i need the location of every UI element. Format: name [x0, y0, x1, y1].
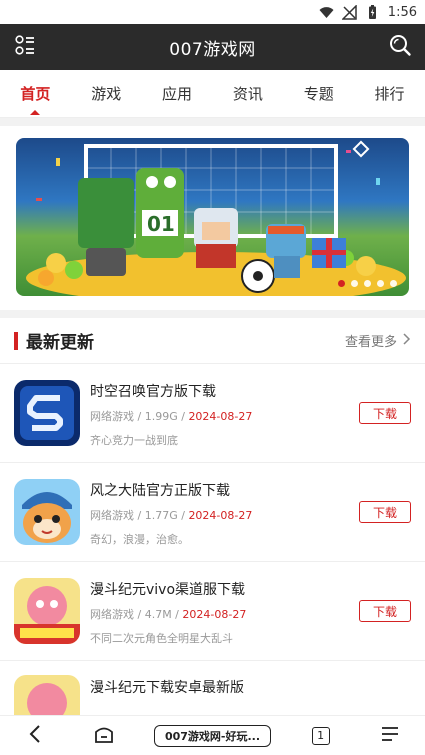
app-title[interactable]: 漫斗纪元下载安卓最新版	[90, 677, 411, 697]
chevron-left-icon	[28, 724, 42, 748]
app-title[interactable]: 时空召唤官方版下载	[90, 381, 359, 401]
carousel-dot-4[interactable]	[377, 280, 384, 287]
banner-carousel[interactable]: 01	[16, 138, 409, 296]
carousel-dot-1[interactable]	[338, 280, 345, 287]
see-more-text: 查看更多	[344, 335, 397, 350]
app-title[interactable]: 风之大陆官方正版下载	[90, 480, 359, 500]
app-info: 漫斗纪元下载安卓最新版	[90, 675, 411, 704]
app-description: 不同二次元角色全明星大乱斗	[90, 631, 233, 645]
tab-home[interactable]: 首页	[0, 73, 70, 114]
see-more-link[interactable]: 查看更多	[345, 331, 411, 350]
svg-text:01: 01	[147, 212, 175, 236]
app-icon-mandou	[14, 578, 80, 644]
app-date: 2024-08-27	[188, 409, 253, 423]
app-description: 齐心竞力一战到底	[90, 433, 178, 447]
tab-count: 1	[311, 726, 330, 745]
tab-ranking[interactable]: 排行	[355, 73, 425, 114]
app-size: 4.7M	[144, 607, 172, 621]
home-icon	[93, 724, 115, 748]
tab-apps[interactable]: 应用	[142, 73, 212, 114]
download-button[interactable]: 下载	[359, 501, 411, 523]
divider	[0, 310, 425, 318]
app-category: 网络游戏	[90, 409, 134, 423]
app-header: 007游戏网	[0, 24, 425, 70]
download-button[interactable]: 下载	[359, 600, 411, 622]
latest-updates-header: 最新更新 查看更多	[0, 318, 425, 364]
category-tabs: 首页 游戏 应用 资讯 专题 排行	[0, 70, 425, 118]
banner-container: 01	[0, 126, 425, 310]
app-category: 网络游戏	[90, 508, 134, 522]
grid-menu-icon	[14, 34, 36, 60]
app-info: 时空召唤官方版下载 网络游戏 / 1.99G / 2024-08-27 齐心竞力…	[90, 379, 359, 448]
search-icon	[388, 33, 412, 61]
app-meta: 网络游戏 / 1.77G / 2024-08-27	[90, 508, 253, 522]
app-category: 网络游戏	[90, 607, 134, 621]
app-date: 2024-08-27	[182, 607, 247, 621]
carousel-dot-3[interactable]	[364, 280, 371, 287]
divider	[0, 118, 425, 126]
app-meta: 网络游戏 / 4.7M / 2024-08-27	[90, 607, 247, 621]
back-button[interactable]	[15, 720, 55, 752]
chevron-right-icon	[401, 332, 411, 349]
home-button[interactable]	[84, 720, 124, 752]
app-size: 1.99G	[144, 409, 178, 423]
app-info: 漫斗纪元vivo渠道服下载 网络游戏 / 4.7M / 2024-08-27 不…	[90, 577, 359, 646]
tab-topics[interactable]: 专题	[284, 73, 354, 114]
status-bar: 1:56	[0, 0, 425, 24]
download-button[interactable]: 下载	[359, 402, 411, 424]
app-list: 时空召唤官方版下载 网络游戏 / 1.99G / 2024-08-27 齐心竞力…	[0, 364, 425, 755]
browser-bottom-nav: 007游戏网-好玩... 1	[0, 715, 425, 755]
menu-grid-button[interactable]	[12, 34, 38, 60]
tab-news[interactable]: 资讯	[213, 73, 283, 114]
wifi-icon	[319, 5, 334, 20]
section-title: 最新更新	[14, 328, 94, 353]
title-accent-bar	[14, 331, 18, 350]
search-button[interactable]	[387, 34, 413, 60]
app-info: 风之大陆官方正版下载 网络游戏 / 1.77G / 2024-08-27 奇幻，…	[90, 478, 359, 547]
app-title[interactable]: 漫斗纪元vivo渠道服下载	[90, 579, 359, 599]
list-item[interactable]: 风之大陆官方正版下载 网络游戏 / 1.77G / 2024-08-27 奇幻，…	[0, 463, 425, 562]
banner-artwork: 01	[26, 140, 406, 296]
site-title: 007游戏网	[169, 39, 256, 60]
carousel-dot-5[interactable]	[390, 280, 397, 287]
list-item[interactable]: 漫斗纪元vivo渠道服下载 网络游戏 / 4.7M / 2024-08-27 不…	[0, 562, 425, 661]
status-time: 1:56	[387, 4, 417, 20]
hamburger-menu-icon	[380, 725, 400, 747]
app-icon-shikong	[14, 380, 80, 446]
app-meta: 网络游戏 / 1.99G / 2024-08-27	[90, 409, 253, 423]
page: 1:56 007游戏网 首页 游戏 应用 资讯 专题 排行 01 最新更新 查看…	[0, 0, 425, 755]
address-bar[interactable]: 007游戏网-好玩...	[153, 724, 272, 747]
app-date: 2024-08-27	[188, 508, 253, 522]
tabs-button[interactable]: 1	[301, 720, 341, 752]
app-size: 1.77G	[144, 508, 178, 522]
battery-charging-icon	[365, 4, 380, 20]
menu-button[interactable]	[370, 720, 410, 752]
app-icon-fengzhi	[14, 479, 80, 545]
tab-games[interactable]: 游戏	[71, 73, 141, 114]
section-title-text: 最新更新	[26, 333, 94, 353]
app-description: 奇幻，浪漫，治愈。	[90, 532, 189, 546]
list-item[interactable]: 时空召唤官方版下载 网络游戏 / 1.99G / 2024-08-27 齐心竞力…	[0, 364, 425, 463]
no-signal-icon	[340, 3, 357, 20]
carousel-dot-2[interactable]	[351, 280, 358, 287]
carousel-indicators	[338, 280, 397, 287]
